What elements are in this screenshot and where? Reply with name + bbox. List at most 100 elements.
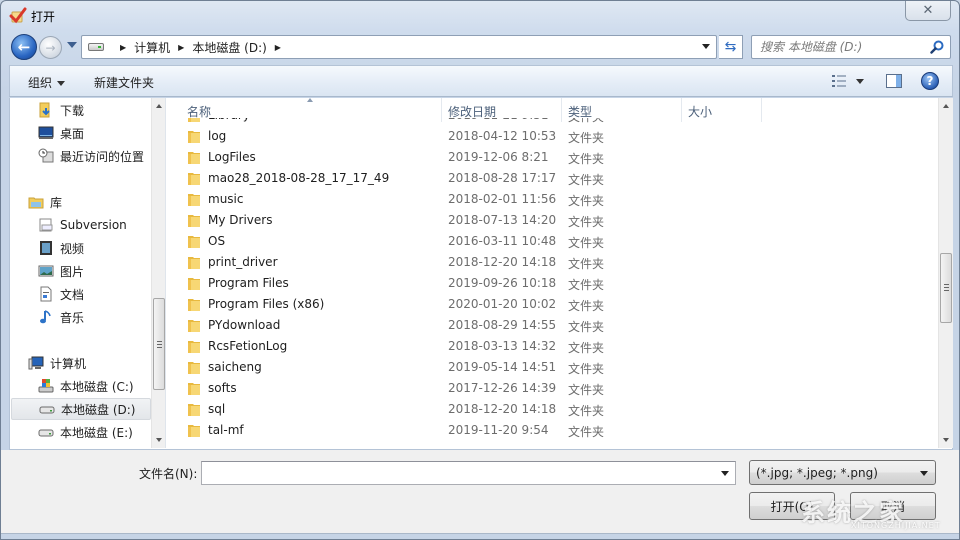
file-row[interactable]: tal-mf 2019-11-20 9:54 文件夹 <box>167 420 937 441</box>
sidebar-item[interactable]: 本地磁盘 (C:) <box>10 375 150 397</box>
navigation-bar: ← → ▶ 计算机 ▶ 本地磁盘 (D:) ▶ ⇆ <box>9 33 951 61</box>
system-drive-icon <box>38 378 54 394</box>
scrollbar-thumb[interactable] <box>153 298 165 390</box>
file-type: 文件夹 <box>568 194 605 208</box>
title-bar: 打开 ✕ <box>1 1 959 31</box>
sidebar-item[interactable]: Subversion <box>10 214 150 236</box>
column-header-date[interactable]: 修改日期 <box>442 98 562 122</box>
file-name: PYdownload <box>208 318 281 332</box>
sidebar-item[interactable]: 计算机 <box>10 352 150 374</box>
view-details-icon[interactable] <box>832 75 846 87</box>
refresh-button[interactable]: ⇆ <box>719 35 743 59</box>
file-type: 文件夹 <box>568 362 605 376</box>
file-name: print_driver <box>208 255 278 269</box>
close-button[interactable]: ✕ <box>905 1 951 21</box>
sidebar-item[interactable]: 本地磁盘 (D:) <box>11 398 151 420</box>
sidebar-item-label: 最近访问的位置 <box>60 149 145 164</box>
search-input[interactable] <box>760 40 930 54</box>
sidebar-item-label: 图片 <box>60 264 85 279</box>
file-row[interactable]: softs 2017-12-26 14:39 文件夹 <box>167 378 937 399</box>
file-row[interactable]: print_driver 2018-12-20 14:18 文件夹 <box>167 252 937 273</box>
file-date: 2018-08-29 14:55 <box>448 318 557 332</box>
file-row[interactable]: sql 2018-12-20 14:18 文件夹 <box>167 399 937 420</box>
file-row[interactable]: PYdownload 2018-08-29 14:55 文件夹 <box>167 315 937 336</box>
drive-icon <box>38 424 54 440</box>
file-type-filter[interactable]: (*.jpg; *.jpeg; *.png) <box>749 460 936 485</box>
folder-icon <box>187 255 201 270</box>
breadcrumb-chevron-icon[interactable]: ▶ <box>178 43 184 52</box>
sidebar-item[interactable]: 视频 <box>10 237 150 259</box>
file-type: 文件夹 <box>568 278 605 292</box>
file-row[interactable]: RcsFetionLog 2018-03-13 14:32 文件夹 <box>167 336 937 357</box>
video-icon <box>38 240 54 256</box>
file-date: 2018-03-13 14:32 <box>448 339 557 353</box>
file-row[interactable]: OS 2016-03-11 10:48 文件夹 <box>167 231 937 252</box>
preview-pane-icon[interactable] <box>886 74 902 88</box>
cancel-button[interactable]: 取消 <box>850 492 936 520</box>
breadcrumb-chevron-icon[interactable]: ▶ <box>275 43 281 52</box>
new-folder-button[interactable]: 新建文件夹 <box>94 74 154 91</box>
search-icon[interactable] <box>930 40 944 54</box>
file-name: log <box>208 129 227 143</box>
view-options-dropdown[interactable] <box>856 79 864 84</box>
scroll-down-icon[interactable] <box>156 438 162 442</box>
file-row[interactable]: saicheng 2019-05-14 14:51 文件夹 <box>167 357 937 378</box>
back-button[interactable]: ← <box>11 34 37 60</box>
file-row[interactable]: music 2018-02-01 11:56 文件夹 <box>167 189 937 210</box>
file-row[interactable]: LogFiles 2019-12-06 8:21 文件夹 <box>167 147 937 168</box>
scroll-up-icon[interactable] <box>943 104 949 108</box>
column-header-size[interactable]: 大小 <box>682 98 762 122</box>
column-header-name[interactable]: 名称 <box>181 98 442 122</box>
search-box <box>751 35 951 59</box>
folder-icon <box>187 297 201 312</box>
sidebar-item[interactable]: 音乐 <box>10 306 150 328</box>
filename-input[interactable] <box>202 462 702 484</box>
organize-menu[interactable]: 组织 <box>28 74 66 91</box>
file-row[interactable]: mao28_2018-08-28_17_17_49 2018-08-28 17:1… <box>167 168 937 189</box>
scrollbar-thumb[interactable] <box>940 253 952 323</box>
address-bar[interactable]: ▶ 计算机 ▶ 本地磁盘 (D:) ▶ <box>81 35 717 59</box>
desktop-icon <box>38 125 54 141</box>
open-file-dialog: 打开 ✕ ← → ▶ 计算机 ▶ 本地磁盘 (D:) ▶ ⇆ 组织 新建文件夹 <box>0 0 960 540</box>
file-row[interactable]: Program Files (x86) 2020-01-20 10:02 文件夹 <box>167 294 937 315</box>
file-name: softs <box>208 381 237 395</box>
file-row[interactable]: Program Files 2019-09-26 10:18 文件夹 <box>167 273 937 294</box>
file-name: RcsFetionLog <box>208 339 288 353</box>
sidebar-item[interactable]: 文档 <box>10 283 150 305</box>
file-type: 文件夹 <box>568 173 605 187</box>
file-type: 文件夹 <box>568 236 605 250</box>
scroll-down-icon[interactable] <box>943 438 949 442</box>
nav-pane-scrollbar[interactable] <box>151 98 165 448</box>
sidebar-item[interactable]: 本地磁盘 (E:) <box>10 421 150 443</box>
sidebar-item[interactable]: 桌面 <box>10 122 150 144</box>
sidebar-item[interactable]: 图片 <box>10 260 150 282</box>
file-date: 2019-05-14 14:51 <box>448 360 557 374</box>
file-row[interactable]: log 2018-04-12 10:53 文件夹 <box>167 126 937 147</box>
help-icon[interactable]: ? <box>921 72 939 90</box>
forward-button[interactable]: → <box>39 36 62 59</box>
breadcrumb-computer[interactable]: 计算机 <box>134 39 170 56</box>
breadcrumb-drive-d[interactable]: 本地磁盘 (D:) <box>192 39 266 56</box>
drive-icon <box>39 401 55 417</box>
column-header-type[interactable]: 类型 <box>562 98 682 122</box>
folder-icon <box>187 234 201 249</box>
file-list-scrollbar[interactable] <box>938 98 953 448</box>
folder-icon <box>187 192 201 207</box>
scroll-up-icon[interactable] <box>156 104 162 108</box>
chevron-down-icon[interactable] <box>721 471 729 476</box>
open-button[interactable]: 打开(O) <box>749 492 835 520</box>
sidebar-item[interactable]: 库 <box>10 191 150 213</box>
address-dropdown-icon[interactable] <box>702 44 710 49</box>
content-area: 下载桌面最近访问的位置库 Subversion 视频图片文档 音乐计算机 本地磁盘 (C… <box>9 98 953 450</box>
folder-icon <box>187 276 201 291</box>
breadcrumb-chevron-icon[interactable]: ▶ <box>120 43 126 52</box>
organize-label: 组织 <box>28 76 53 90</box>
command-bar: 组织 新建文件夹 ? <box>9 65 953 97</box>
sidebar-item[interactable]: 下载 <box>10 99 150 121</box>
file-row[interactable]: My Drivers 2018-07-13 14:20 文件夹 <box>167 210 937 231</box>
sidebar-item-label: 下载 <box>60 103 85 118</box>
recent-pages-dropdown[interactable] <box>67 42 77 48</box>
file-date: 2018-08-28 17:17 <box>448 171 557 185</box>
sidebar-item[interactable]: 最近访问的位置 <box>10 145 150 167</box>
filename-label: 文件名(N): <box>139 467 198 481</box>
